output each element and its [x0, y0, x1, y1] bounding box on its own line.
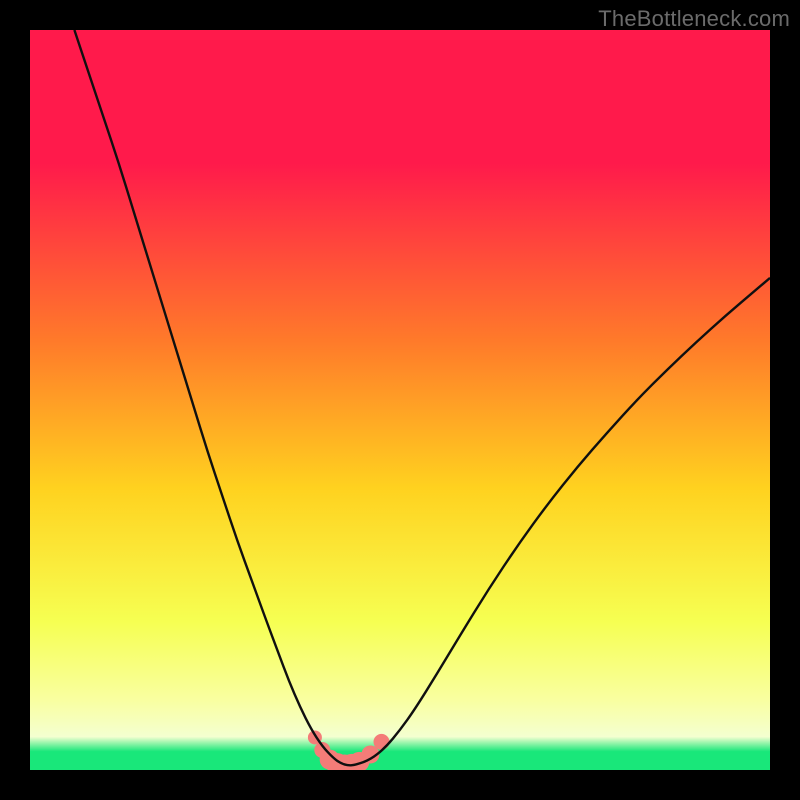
gradient-background [30, 30, 770, 770]
highlight-marker [374, 734, 390, 750]
bottleneck-plot [30, 30, 770, 770]
chart-frame [30, 30, 770, 770]
watermark-text: TheBottleneck.com [598, 6, 790, 32]
